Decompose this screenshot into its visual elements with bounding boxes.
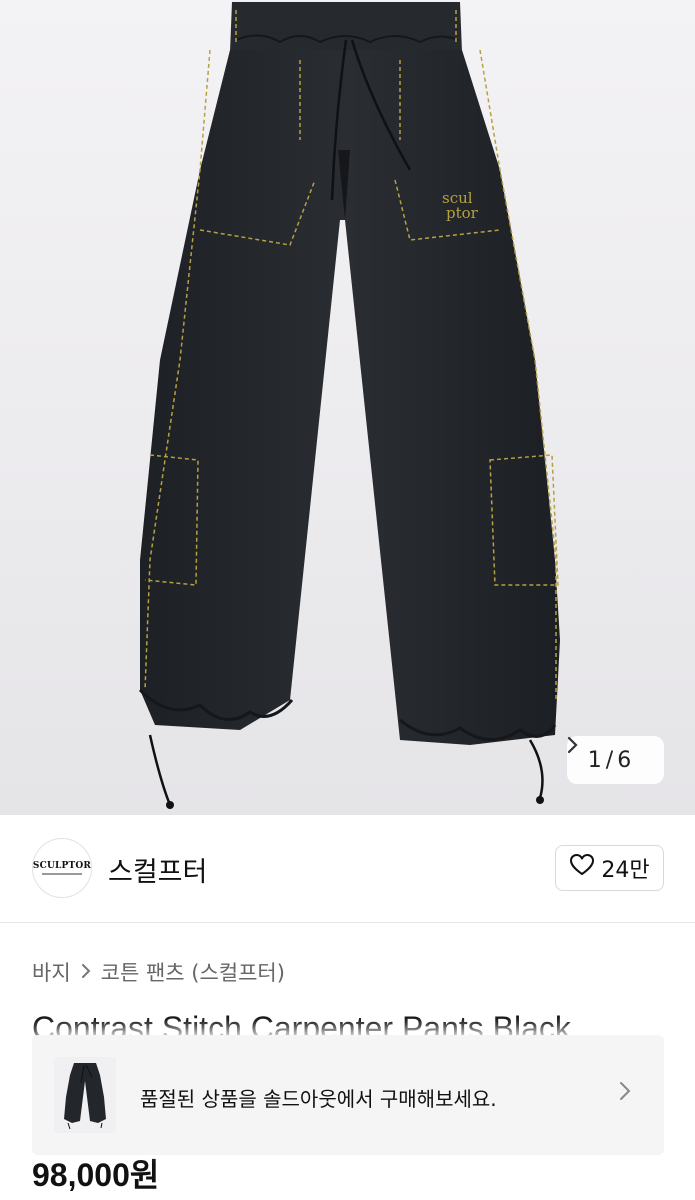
pants-illustration: scul ptor (138, 2, 560, 809)
image-pager[interactable]: 1 / 6 (567, 736, 664, 784)
soldout-banner[interactable]: 품절된 상품을 솔드아웃에서 구매해보세요. (32, 1035, 664, 1155)
breadcrumb-item-subcategory[interactable]: 코튼 팬츠 (스컬프터) (101, 957, 285, 987)
pager-separator: / (605, 747, 614, 773)
product-image-area[interactable]: scul ptor 1 / 6 (0, 0, 695, 815)
breadcrumb: 바지 코튼 팬츠 (스컬프터) (32, 957, 285, 987)
banner-thumbnail (54, 1057, 116, 1133)
pager-current: 1 (587, 747, 602, 773)
breadcrumb-item-category[interactable]: 바지 (32, 957, 71, 987)
brand-logo[interactable]: SCULPTOR (32, 838, 92, 898)
like-count: 24만 (601, 858, 650, 883)
chevron-right-icon (81, 960, 91, 984)
svg-text:ptor: ptor (446, 204, 479, 222)
banner-message: 품절된 상품을 솔드아웃에서 구매해보세요. (140, 1087, 497, 1111)
chevron-right-icon[interactable] (618, 1079, 632, 1109)
pager-total: 6 (617, 747, 632, 773)
brand-name[interactable]: 스컬프터 (108, 850, 207, 889)
brand-logo-text: SCULPTOR (32, 861, 92, 871)
brand-logo-underline (42, 873, 82, 875)
product-price: 98,000원 (32, 1157, 160, 1193)
heart-outline-icon (569, 853, 595, 883)
brand-row: SCULPTOR 스컬프터 24만 (0, 815, 695, 923)
like-button[interactable]: 24만 (555, 845, 664, 891)
